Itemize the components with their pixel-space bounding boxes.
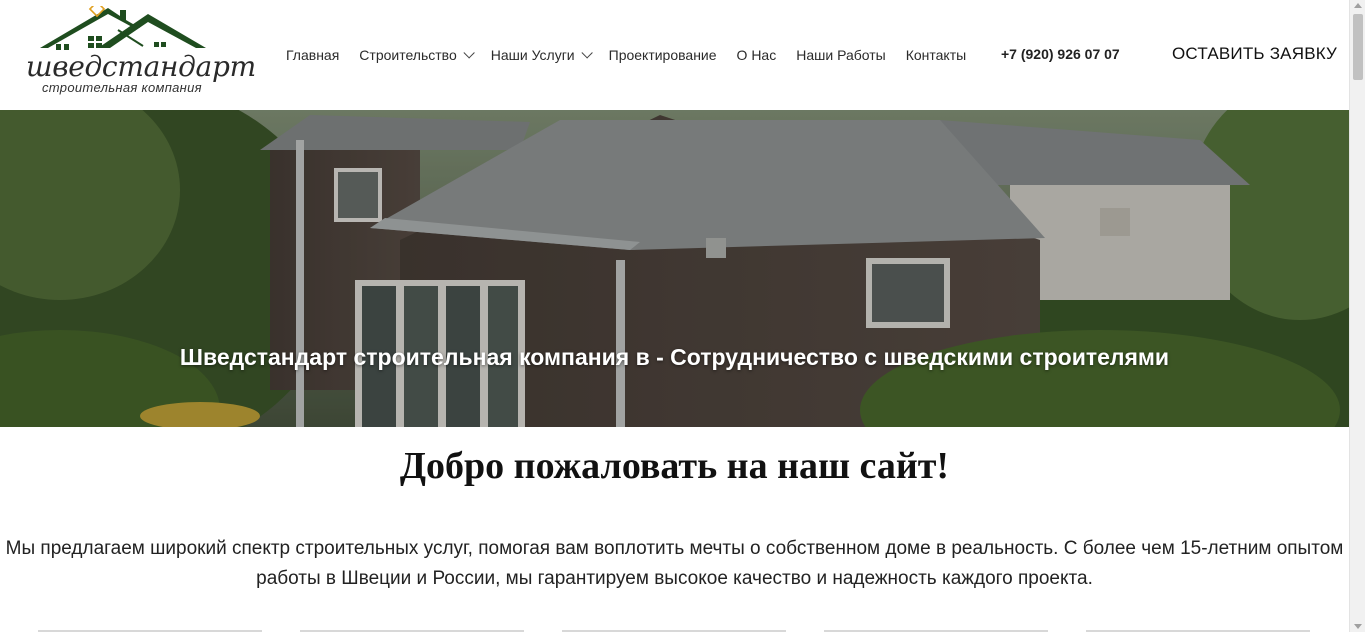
- phone-link[interactable]: +7 (920) 926 07 07: [1001, 46, 1120, 62]
- intro-paragraph: Мы предлагаем широкий спектр строительны…: [0, 534, 1349, 594]
- nav-item-label: О Нас: [736, 47, 777, 63]
- nav-item-works[interactable]: Наши Работы: [786, 47, 895, 63]
- hero-title: Шведстандарт строительная компания в - С…: [179, 344, 1170, 370]
- nav-item-design[interactable]: Проектирование: [599, 47, 727, 63]
- page: шведстандарт строительная компания Главн…: [0, 0, 1349, 632]
- nav-item-label: Строительство: [359, 47, 457, 63]
- nav-item-label: Проектирование: [608, 47, 717, 63]
- scroll-up-icon[interactable]: [1354, 3, 1362, 8]
- service-cards-row: [0, 628, 1349, 632]
- nav-item-services[interactable]: Наши Услуги: [481, 47, 599, 63]
- nav-item-label: Контакты: [905, 47, 967, 63]
- scroll-down-icon[interactable]: [1354, 624, 1362, 629]
- hero-banner: Шведстандарт строительная компания в - С…: [0, 110, 1349, 427]
- scrollbar-thumb[interactable]: [1353, 14, 1363, 80]
- logo-tagline: строительная компания: [42, 80, 202, 95]
- nav-item-label: Наши Услуги: [490, 47, 575, 63]
- nav-item-home[interactable]: Главная: [276, 47, 349, 63]
- logo-name: шведстандарт: [26, 50, 256, 83]
- nav-item-about[interactable]: О Нас: [727, 47, 787, 63]
- site-header: шведстандарт строительная компания Главн…: [0, 0, 1349, 110]
- intro-text: Мы предлагаем широкий спектр строительны…: [5, 538, 1344, 589]
- welcome-heading: Добро пожаловать на наш сайт!: [399, 445, 950, 487]
- nav-item-contacts[interactable]: Контакты: [896, 47, 976, 63]
- chevron-down-icon: [581, 47, 593, 59]
- nav-item-label: Наши Работы: [796, 47, 886, 63]
- main-nav: Главная Строительство Наши Услуги Проект…: [276, 0, 976, 110]
- page-scrollbar[interactable]: [1349, 0, 1365, 632]
- wooden-house-photo: [0, 110, 1349, 427]
- request-button[interactable]: ОСТАВИТЬ ЗАЯВКУ: [1172, 44, 1337, 64]
- chevron-down-icon: [463, 47, 475, 59]
- nav-item-label: Главная: [286, 47, 340, 63]
- nav-item-construction[interactable]: Строительство: [349, 47, 480, 63]
- logo[interactable]: шведстандарт строительная компания: [22, 6, 256, 98]
